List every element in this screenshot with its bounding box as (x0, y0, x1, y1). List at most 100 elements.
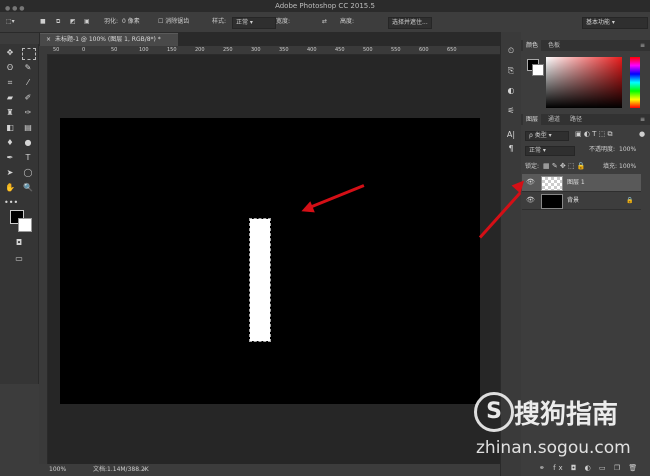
path-select-tool-icon[interactable]: ➤ (4, 168, 16, 178)
white-rectangle-selection[interactable] (249, 218, 271, 342)
layers-panel-tabs: 图层 通道 路径 ≡ (521, 114, 650, 125)
panel-menu-icon[interactable]: ≡ (637, 40, 648, 51)
quick-mask-icon[interactable]: ◘ (13, 238, 25, 248)
layer-name[interactable]: 背景 (567, 192, 579, 209)
more-tools-icon[interactable]: ••• (4, 198, 18, 208)
zoom-tool-icon[interactable]: 🔍 (22, 183, 34, 193)
dodge-tool-icon[interactable]: ● (22, 138, 34, 148)
layer-thumbnail (541, 194, 563, 209)
layer-name[interactable]: 图层 1 (567, 174, 585, 191)
crop-tool-icon[interactable]: ⌗ (4, 78, 16, 88)
ruler-mark: 550 (391, 47, 401, 53)
tab-paths[interactable]: 路径 (567, 114, 585, 125)
layer-filter-select[interactable]: ρ 类型 ▾ (525, 131, 569, 141)
layer-row[interactable]: 👁 背景 🔒 (522, 192, 641, 210)
lasso-tool-icon[interactable]: ʘ (4, 63, 16, 73)
healing-tool-icon[interactable]: ▰ (4, 93, 16, 103)
hand-tool-icon[interactable]: ✋ (4, 183, 16, 193)
intersect-selection-icon[interactable]: ▣ (84, 17, 90, 27)
marquee-tool-icon[interactable] (22, 48, 36, 60)
blend-mode-select[interactable]: 正常 ▾ (525, 146, 575, 156)
layer-filter-value: 类型 (534, 132, 547, 139)
ruler-mark: 650 (447, 47, 457, 53)
swap-icon[interactable]: ⇄ (322, 17, 327, 27)
ruler-mark: 300 (251, 47, 261, 53)
antialias-label: 消除锯齿 (165, 18, 190, 25)
status-arrow-icon[interactable]: › (143, 464, 145, 476)
screen-mode-icon[interactable]: ▭ (13, 254, 25, 264)
height-label: 高度: (340, 18, 355, 25)
options-bar: ⬚▾ ■ ⧉ ◩ ▣ 羽化: 0 像素 ☐ 消除锯齿 样式: 正常 ▾ 宽度: … (0, 12, 650, 33)
brush-panel-icon[interactable]: ⚟ (505, 106, 517, 116)
brush-tool-icon[interactable]: ✐ (22, 93, 34, 103)
feather-label: 羽化: (104, 18, 119, 25)
style-label: 样式: (212, 18, 227, 25)
add-selection-icon[interactable]: ⧉ (56, 17, 60, 27)
tab-swatches[interactable]: 色板 (545, 40, 563, 51)
character-panel-icon[interactable]: A| (505, 130, 517, 140)
visibility-eye-icon[interactable]: 👁 (526, 196, 535, 204)
layer-thumbnail (541, 176, 563, 191)
shape-tool-icon[interactable]: ◯ (22, 168, 34, 178)
ruler-mark: 50 (53, 47, 60, 53)
stamp-tool-icon[interactable]: ♜ (4, 108, 16, 118)
background-color-swatch[interactable] (18, 218, 32, 232)
gradient-tool-icon[interactable]: ▤ (22, 123, 34, 133)
sogou-watermark: S 搜狗指南 zhinan.sogou.com (470, 386, 650, 476)
opacity-input[interactable]: 100% (619, 146, 636, 154)
ruler-mark: 250 (223, 47, 233, 53)
pen-tool-icon[interactable]: ✒ (4, 153, 16, 163)
window-title: Adobe Photoshop CC 2015.5 (275, 2, 375, 10)
hue-slider[interactable] (630, 57, 640, 108)
tab-layers[interactable]: 图层 (523, 114, 542, 125)
title-bar: Adobe Photoshop CC 2015.5 ● ● ● (0, 0, 650, 12)
filter-toggle-icon[interactable]: ● (639, 130, 645, 138)
marquee-preset-icon[interactable]: ⬚▾ (6, 17, 15, 27)
new-selection-icon[interactable]: ■ (40, 17, 46, 27)
eraser-tool-icon[interactable]: ◧ (4, 123, 16, 133)
blur-tool-icon[interactable]: ♦ (4, 138, 16, 148)
tab-close-icon[interactable]: × (46, 36, 51, 43)
subtract-selection-icon[interactable]: ◩ (70, 17, 76, 27)
ruler-mark: 400 (307, 47, 317, 53)
history-brush-tool-icon[interactable]: ✑ (22, 108, 34, 118)
type-tool-icon[interactable]: T (22, 153, 34, 163)
quick-select-tool-icon[interactable]: ✎ (22, 63, 34, 73)
layers-menu-icon[interactable]: ≡ (637, 114, 648, 125)
status-bar: 100% 文档:1.14M/388.2K › (39, 464, 500, 476)
width-label: 宽度: (276, 18, 291, 25)
select-and-mask-button[interactable]: 选择并遮住... (388, 17, 432, 29)
document-canvas[interactable] (60, 118, 480, 404)
tab-color[interactable]: 颜色 (523, 40, 542, 51)
sogou-logo-icon: S (474, 392, 514, 432)
workspace-value: 基本功能 (586, 19, 611, 26)
lock-icons[interactable]: ▦ ✎ ✥ ⬚ 🔒 (543, 162, 586, 170)
document-tab[interactable]: × 未标题-1 @ 100% (图层 1, RGB/8*) * (40, 33, 178, 46)
lock-label: 锁定: (525, 163, 540, 170)
tab-channels[interactable]: 通道 (545, 114, 563, 125)
workspace-select[interactable]: 基本功能 ▾ (582, 17, 648, 29)
watermark-url: zhinan.sogou.com (476, 438, 631, 458)
style-select[interactable]: 正常 ▾ (232, 17, 276, 29)
paragraph-panel-icon[interactable]: ¶ (505, 144, 517, 154)
layer-row[interactable]: 👁 图层 1 (522, 174, 641, 192)
feather-input[interactable]: 0 像素 (122, 17, 140, 27)
document-tab-title: 未标题-1 @ 100% (图层 1, RGB/8*) * (55, 36, 161, 43)
antialias-checkbox[interactable]: ☐ 消除锯齿 (158, 17, 189, 27)
properties-panel-icon[interactable]: ⎘ (505, 66, 517, 76)
fill-input[interactable]: 100% (619, 163, 636, 171)
move-tool-icon[interactable]: ✥ (4, 48, 16, 58)
toolbox: ✥ ʘ ✎ ⌗ ⁄ ▰ ✐ ♜ ✑ ◧ ▤ ♦ ● ✒ T ➤ ◯ ✋ 🔍 ••… (0, 44, 39, 384)
color-bg-swatch[interactable] (532, 64, 544, 76)
filter-pixel-icon[interactable]: ▣ ◐ T ⬚ ⧉ (575, 130, 613, 139)
ruler-mark: 350 (279, 47, 289, 53)
ruler-mark: 100 (139, 47, 149, 53)
zoom-level[interactable]: 100% (49, 464, 66, 476)
ruler-mark: 50 (111, 47, 118, 53)
ruler-mark: 600 (419, 47, 429, 53)
color-picker-field[interactable] (546, 57, 622, 108)
history-panel-icon[interactable]: ⏲ (505, 46, 517, 56)
doc-info[interactable]: 文档:1.14M/388.2K (93, 464, 149, 476)
eyedropper-tool-icon[interactable]: ⁄ (22, 78, 34, 88)
adjustments-panel-icon[interactable]: ◐ (505, 86, 517, 96)
